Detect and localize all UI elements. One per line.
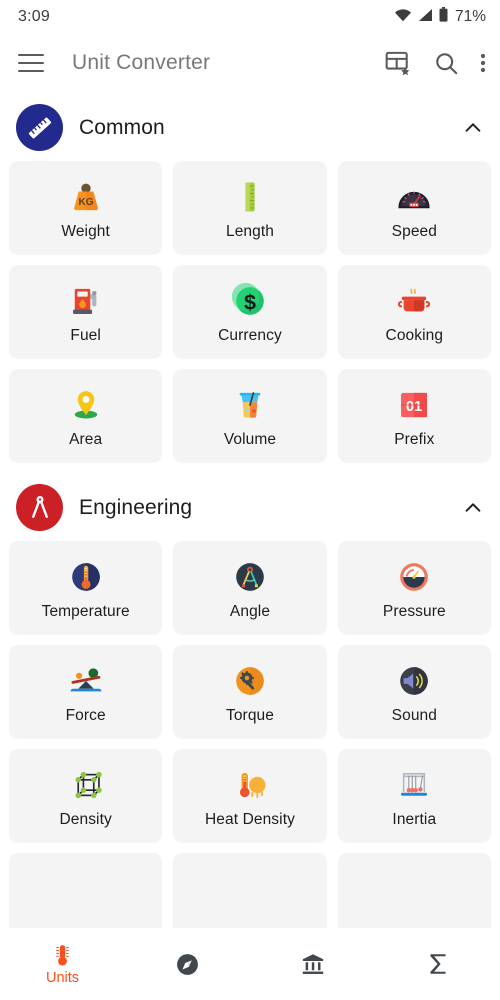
category-card-temperature[interactable]: Temperature bbox=[9, 541, 163, 634]
thermometer-sun-icon bbox=[222, 762, 278, 808]
category-card-partial[interactable] bbox=[173, 853, 327, 928]
category-label: Fuel bbox=[70, 327, 101, 345]
category-card-cooking[interactable]: Cooking bbox=[337, 265, 491, 358]
bank-icon bbox=[300, 951, 326, 977]
battery-percent-label: 71% bbox=[454, 8, 486, 25]
nav-item-bank[interactable] bbox=[250, 928, 375, 1000]
dollar-coin-icon: $ bbox=[222, 278, 278, 324]
overflow-menu-icon[interactable] bbox=[480, 51, 486, 75]
compass-icon bbox=[175, 951, 200, 977]
flip-number-01-icon: 01 bbox=[386, 382, 442, 428]
category-card-speed[interactable]: Speed bbox=[337, 161, 491, 254]
page-title: Unit Converter bbox=[72, 51, 211, 74]
nav-item-units[interactable]: Units bbox=[0, 928, 125, 1000]
svg-text:01: 01 bbox=[406, 400, 422, 416]
category-card-angle[interactable]: Angle bbox=[173, 541, 327, 634]
category-card-sound[interactable]: Sound bbox=[337, 645, 491, 738]
favorites-grid-icon[interactable] bbox=[384, 49, 413, 78]
category-label: Torque bbox=[225, 707, 274, 725]
category-label: Speed bbox=[391, 223, 437, 241]
section-header-common[interactable]: Common bbox=[0, 92, 500, 161]
section-title-engineering: Engineering bbox=[79, 495, 193, 519]
category-card-partial[interactable] bbox=[9, 853, 163, 928]
category-label: Density bbox=[59, 811, 112, 829]
category-label: Volume bbox=[223, 431, 277, 449]
section-badge-common bbox=[16, 104, 63, 151]
chevron-up-icon[interactable] bbox=[462, 497, 484, 519]
category-label: Currency bbox=[218, 327, 282, 345]
section-badge-engineering bbox=[16, 484, 63, 531]
map-pin-icon bbox=[58, 382, 114, 428]
category-card-volume[interactable]: Volume bbox=[173, 369, 327, 462]
category-card-partial[interactable] bbox=[337, 853, 491, 928]
category-label: Heat Density bbox=[205, 811, 295, 829]
chevron-up-icon[interactable] bbox=[462, 117, 484, 139]
category-label: Angle bbox=[229, 603, 271, 621]
ruler-icon bbox=[28, 117, 51, 138]
nav-item-sigma[interactable] bbox=[375, 928, 500, 1000]
svg-text:$: $ bbox=[244, 290, 256, 315]
category-scroll-area[interactable]: Common KG Weight Length Speed Fuel $ Cur… bbox=[0, 92, 500, 928]
cooking-pot-icon bbox=[386, 278, 442, 324]
ruler-green-icon bbox=[222, 174, 278, 220]
category-card-inertia[interactable]: Inertia bbox=[337, 749, 491, 842]
nav-item-compass[interactable] bbox=[125, 928, 250, 1000]
status-clock: 3:09 bbox=[18, 8, 50, 25]
bottom-navigation-bar: Units bbox=[0, 928, 500, 1000]
category-label: Sound bbox=[391, 707, 437, 725]
category-grid-common: KG Weight Length Speed Fuel $ Currency C… bbox=[0, 161, 500, 462]
category-label: Pressure bbox=[382, 603, 446, 621]
category-card-heat-density[interactable]: Heat Density bbox=[173, 749, 327, 842]
app-bar: Unit Converter bbox=[0, 34, 500, 92]
category-grid-partial-row bbox=[0, 853, 500, 928]
thermometer-icon bbox=[50, 942, 75, 968]
category-grid-engineering: Temperature Angle Pressure Force Torque … bbox=[0, 541, 500, 842]
category-card-prefix[interactable]: 01 Prefix bbox=[337, 369, 491, 462]
category-card-weight[interactable]: KG Weight bbox=[9, 161, 163, 254]
pressure-gauge-icon bbox=[386, 554, 442, 600]
category-label: Temperature bbox=[41, 603, 130, 621]
category-card-force[interactable]: Force bbox=[9, 645, 163, 738]
newtons-cradle-icon bbox=[386, 762, 442, 808]
category-label: Length bbox=[225, 223, 274, 241]
thermometer-circle-icon bbox=[58, 554, 114, 600]
weight-kg-icon: KG bbox=[58, 174, 114, 220]
sigma-icon bbox=[425, 951, 451, 977]
status-system-icons: 71% bbox=[394, 7, 486, 27]
category-label: Force bbox=[65, 707, 106, 725]
category-label: Cooking bbox=[385, 327, 444, 345]
battery-icon bbox=[439, 7, 448, 27]
search-icon[interactable] bbox=[433, 50, 460, 77]
molecule-cube-icon bbox=[58, 762, 114, 808]
status-bar: 3:09 71% bbox=[0, 0, 500, 34]
category-card-density[interactable]: Density bbox=[9, 749, 163, 842]
speaker-volume-icon bbox=[386, 658, 442, 704]
seesaw-balance-icon bbox=[58, 658, 114, 704]
category-card-torque[interactable]: Torque bbox=[173, 645, 327, 738]
svg-text:KG: KG bbox=[78, 198, 93, 209]
category-card-area[interactable]: Area bbox=[9, 369, 163, 462]
speedometer-icon bbox=[386, 174, 442, 220]
nav-label-units: Units bbox=[45, 970, 80, 986]
section-title-common: Common bbox=[79, 115, 165, 139]
category-card-pressure[interactable]: Pressure bbox=[337, 541, 491, 634]
category-label: Weight bbox=[61, 223, 110, 241]
compass-angle-icon bbox=[222, 554, 278, 600]
category-label: Area bbox=[69, 431, 103, 449]
fuel-pump-icon bbox=[58, 278, 114, 324]
category-card-length[interactable]: Length bbox=[173, 161, 327, 254]
cellular-signal-icon bbox=[418, 8, 433, 27]
category-card-currency[interactable]: $ Currency bbox=[173, 265, 327, 358]
hamburger-menu-icon[interactable] bbox=[18, 54, 44, 72]
category-label: Inertia bbox=[392, 811, 437, 829]
drafting-compass-icon bbox=[31, 495, 48, 518]
blender-jug-icon bbox=[222, 382, 278, 428]
category-label: Prefix bbox=[394, 431, 435, 449]
wrench-gear-icon bbox=[222, 658, 278, 704]
section-header-engineering[interactable]: Engineering bbox=[0, 462, 500, 541]
wifi-icon bbox=[394, 8, 412, 27]
category-card-fuel[interactable]: Fuel bbox=[9, 265, 163, 358]
